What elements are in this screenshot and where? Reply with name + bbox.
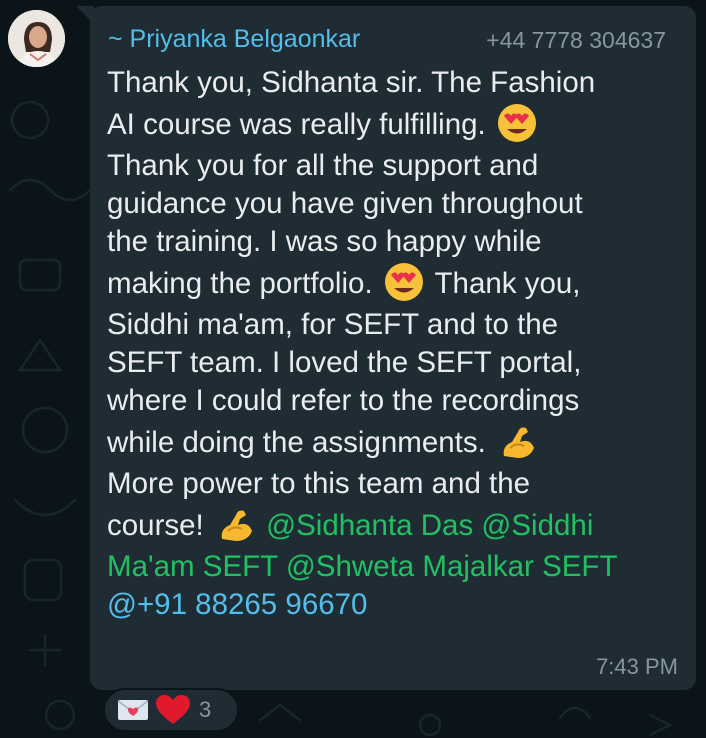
heart-eyes-emoji-icon bbox=[384, 263, 423, 301]
reaction-count: 3 bbox=[199, 697, 212, 722]
message-line: while doing the assignments. bbox=[107, 420, 692, 465]
message-timestamp: 7:43 PM bbox=[596, 654, 678, 679]
message-line: where I could refer to the recordings bbox=[107, 384, 580, 417]
flexed-biceps-emoji-icon bbox=[503, 427, 535, 458]
flexed-biceps-emoji-icon bbox=[221, 510, 252, 541]
heart-eyes-emoji-icon bbox=[497, 104, 536, 142]
message-bubble[interactable]: ~ Priyanka Belgaonkar +44 7778 304637 Th… bbox=[90, 6, 696, 690]
phone-number-link[interactable]: @+91 88265 96670 bbox=[107, 588, 367, 621]
message-line: Thank you, Sidhanta sir. The Fashion bbox=[107, 66, 596, 99]
message-line: Ma'am SEFT @Shweta Majalkar SEFT bbox=[107, 548, 692, 586]
message-line: the training. I was so happy while bbox=[107, 225, 542, 258]
red-heart-icon bbox=[156, 695, 190, 724]
message-line-text: making the portfolio. bbox=[107, 267, 373, 300]
sender-phone: +44 7778 304637 bbox=[486, 27, 666, 53]
sender-avatar[interactable] bbox=[8, 10, 65, 67]
message-line-text: AI course was really fulfilling. bbox=[107, 108, 486, 141]
message-line-text: while doing the assignments. bbox=[107, 426, 486, 459]
mention-link[interactable]: @Sidhanta Das bbox=[266, 509, 473, 542]
message-line: guidance you have given throughout bbox=[107, 187, 583, 220]
message-line: making the portfolio. Thank you, bbox=[107, 261, 692, 306]
message-line: AI course was really fulfilling. bbox=[107, 102, 692, 147]
mention-link[interactable]: @Shweta Majalkar SEFT bbox=[286, 550, 618, 583]
message-line: Thank you for all the support and bbox=[107, 149, 539, 182]
love-letter-icon bbox=[117, 700, 149, 720]
message-line-text: Thank you, bbox=[434, 267, 581, 300]
message-line: SEFT team. I loved the SEFT portal, bbox=[107, 346, 582, 379]
message-line: @+91 88265 96670 bbox=[107, 586, 692, 624]
message-line: Siddhi ma'am, for SEFT and to the bbox=[107, 308, 559, 341]
message-line-text: course! bbox=[107, 509, 204, 542]
message-text: Thank you, Sidhanta sir. The Fashion AI … bbox=[107, 64, 692, 624]
mention-link[interactable]: @Siddhi bbox=[481, 509, 593, 542]
profile-photo-icon bbox=[8, 10, 65, 67]
reactions-pill[interactable]: 3 bbox=[103, 688, 239, 732]
message-line: More power to this team and the bbox=[107, 467, 531, 500]
sender-name[interactable]: ~ Priyanka Belgaonkar bbox=[108, 25, 360, 54]
message-line: course! @Sidhanta Das @Siddhi bbox=[107, 503, 692, 548]
mention-link[interactable]: Ma'am SEFT bbox=[107, 550, 278, 583]
